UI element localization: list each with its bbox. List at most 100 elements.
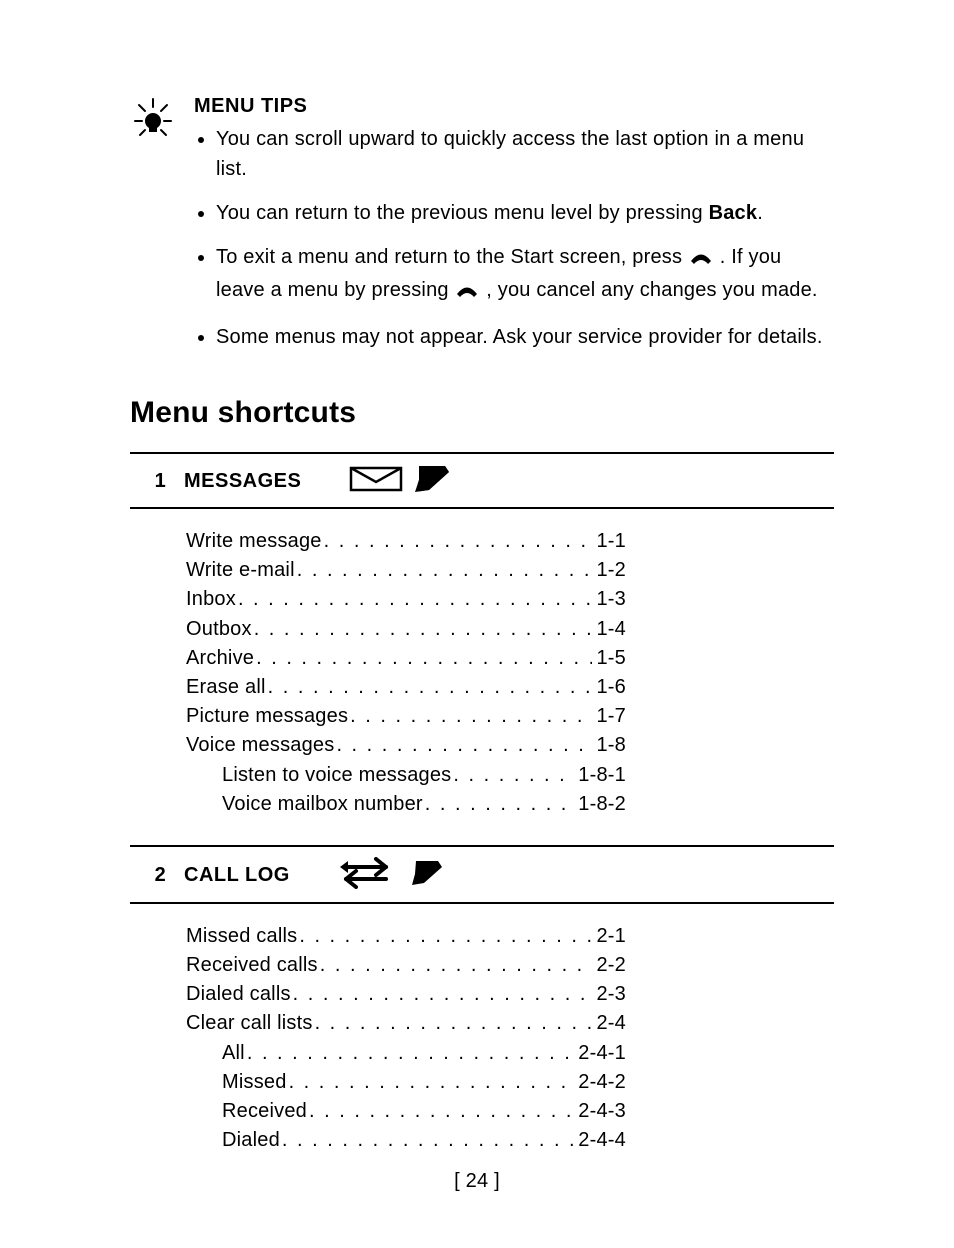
shortcut-row: Clear call lists 2-4 — [186, 1009, 626, 1038]
tip-item: You can scroll upward to quickly access … — [216, 124, 834, 184]
shortcut-code: 2-4-2 — [574, 1068, 626, 1097]
tip-item: Some menus may not appear. Ask your serv… — [216, 322, 834, 352]
leader-dots — [313, 1009, 593, 1038]
shortcut-code: 1-1 — [592, 527, 626, 556]
shortcut-label: Outbox — [186, 615, 252, 644]
leader-dots — [280, 1126, 574, 1155]
shortcut-label: Picture messages — [186, 702, 348, 731]
shortcut-code: 1-8 — [592, 731, 626, 760]
hangup-icon — [454, 278, 480, 308]
shortcut-code: 2-4 — [592, 1009, 626, 1038]
shortcut-label: Listen to voice messages — [222, 761, 451, 790]
call-log-icon — [338, 857, 458, 894]
leader-dots — [295, 556, 593, 585]
shortcut-code: 1-7 — [592, 702, 626, 731]
tip-text: Some menus may not appear. Ask your serv… — [216, 326, 823, 348]
menu-tips-list: You can scroll upward to quickly access … — [194, 124, 834, 352]
leader-dots — [291, 980, 593, 1009]
shortcut-code: 1-5 — [592, 644, 626, 673]
shortcut-label: Dialed — [222, 1126, 280, 1155]
leader-dots — [287, 1068, 575, 1097]
shortcut-row: Erase all 1-6 — [186, 673, 626, 702]
shortcut-code: 1-4 — [592, 615, 626, 644]
shortcut-label: Write message — [186, 527, 322, 556]
shortcut-row: Dialed 2-4-4 — [186, 1126, 626, 1155]
shortcut-label: Voice mailbox number — [222, 790, 423, 819]
shortcut-label: Missed — [222, 1068, 287, 1097]
leader-dots — [297, 922, 592, 951]
shortcut-code: 2-4-3 — [574, 1097, 626, 1126]
section-number: 2 — [130, 864, 166, 887]
leader-dots — [236, 585, 593, 614]
shortcut-label: Received calls — [186, 951, 318, 980]
page-title: Menu shortcuts — [130, 396, 834, 430]
messages-icon — [349, 464, 459, 499]
shortcut-list-messages: Write message1-1Write e-mail1-2Inbox1-3O… — [186, 527, 834, 819]
menu-tips-title: MENU TIPS — [194, 95, 834, 118]
tip-item: To exit a menu and return to the Start s… — [216, 242, 834, 308]
shortcut-code: 1-8-1 — [574, 761, 626, 790]
shortcut-label: Voice messages — [186, 731, 334, 760]
leader-dots — [322, 527, 593, 556]
shortcut-row: Inbox 1-3 — [186, 585, 626, 614]
section-title: CALL LOG — [184, 864, 290, 887]
shortcut-row: Write message 1-1 — [186, 527, 626, 556]
leader-dots — [348, 702, 592, 731]
shortcut-row: Write e-mail 1-2 — [186, 556, 626, 585]
leader-dots — [245, 1039, 574, 1068]
leader-dots — [252, 615, 593, 644]
shortcut-label: Archive — [186, 644, 254, 673]
leader-dots — [334, 731, 592, 760]
section-number: 1 — [130, 470, 166, 493]
shortcut-label: All — [222, 1039, 245, 1068]
leader-dots — [307, 1097, 574, 1126]
section-title: MESSAGES — [184, 470, 301, 493]
leader-dots — [423, 790, 575, 819]
tip-bold: Back — [709, 202, 758, 224]
tip-item: You can return to the previous menu leve… — [216, 198, 834, 228]
shortcut-row: Missed 2-4-2 — [186, 1068, 626, 1097]
shortcut-row: All 2-4-1 — [186, 1039, 626, 1068]
tip-text: To exit a menu and return to the Start s… — [216, 246, 688, 268]
shortcut-label: Erase all — [186, 673, 266, 702]
shortcut-label: Write e-mail — [186, 556, 295, 585]
shortcut-code: 2-4-4 — [574, 1126, 626, 1155]
shortcut-code: 1-2 — [592, 556, 626, 585]
shortcut-code: 2-2 — [592, 951, 626, 980]
shortcut-row: Picture messages 1-7 — [186, 702, 626, 731]
shortcut-label: Missed calls — [186, 922, 297, 951]
leader-dots — [266, 673, 593, 702]
tip-text: You can scroll upward to quickly access … — [216, 128, 804, 180]
shortcut-row: Missed calls 2-1 — [186, 922, 626, 951]
shortcut-list-call-log: Missed calls2-1Received calls2-2Dialed c… — [186, 922, 834, 1156]
section-header-messages: 1 MESSAGES — [130, 454, 834, 509]
tip-text: . — [757, 202, 763, 224]
shortcut-row: Listen to voice messages 1-8-1 — [186, 761, 626, 790]
shortcut-code: 1-3 — [592, 585, 626, 614]
shortcut-row: Received 2-4-3 — [186, 1097, 626, 1126]
shortcut-code: 1-8-2 — [574, 790, 626, 819]
leader-dots — [254, 644, 592, 673]
shortcut-row: Voice messages 1-8 — [186, 731, 626, 760]
shortcut-label: Dialed calls — [186, 980, 291, 1009]
tip-text: You can return to the previous menu leve… — [216, 202, 709, 224]
shortcut-label: Received — [222, 1097, 307, 1126]
shortcut-code: 2-4-1 — [574, 1039, 626, 1068]
shortcut-row: Dialed calls 2-3 — [186, 980, 626, 1009]
hangup-icon — [688, 245, 714, 275]
shortcut-label: Clear call lists — [186, 1009, 313, 1038]
section-header-call-log: 2 CALL LOG — [130, 847, 834, 904]
shortcut-row: Voice mailbox number 1-8-2 — [186, 790, 626, 819]
shortcut-row: Received calls 2-2 — [186, 951, 626, 980]
shortcut-code: 2-3 — [592, 980, 626, 1009]
shortcut-code: 2-1 — [592, 922, 626, 951]
tip-text: , you cancel any changes you made. — [486, 279, 817, 301]
page-number: [ 24 ] — [0, 1170, 954, 1193]
shortcut-label: Inbox — [186, 585, 236, 614]
leader-dots — [318, 951, 593, 980]
shortcut-row: Outbox 1-4 — [186, 615, 626, 644]
leader-dots — [451, 761, 574, 790]
shortcut-row: Archive 1-5 — [186, 644, 626, 673]
lightbulb-icon — [130, 95, 176, 366]
shortcut-code: 1-6 — [592, 673, 626, 702]
